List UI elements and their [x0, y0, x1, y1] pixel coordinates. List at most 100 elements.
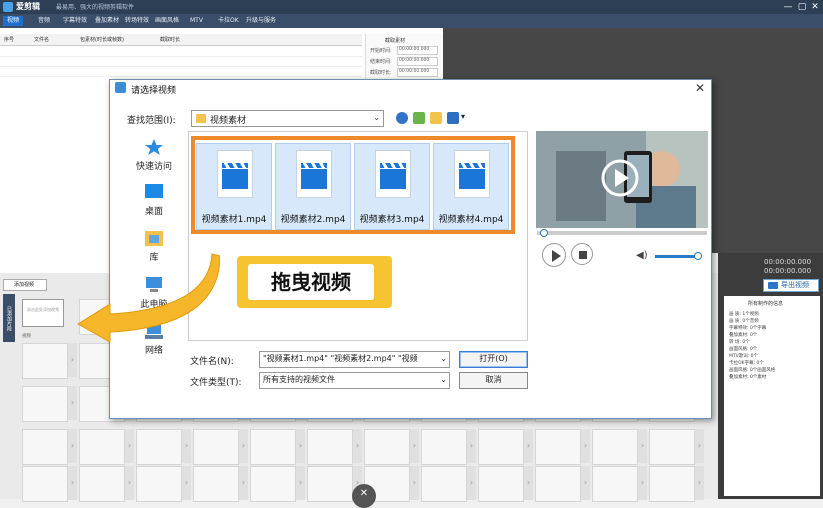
look-in-dropdown[interactable]: 视频素材 ⌄	[191, 110, 384, 127]
slot-arrow-icon: ›	[125, 466, 134, 500]
slot-arrow-icon: ›	[296, 466, 305, 500]
new-folder-icon[interactable]	[430, 112, 442, 124]
filename-input[interactable]: "视频素材1.mp4" "视频素材2.mp4" "视频 ⌄	[259, 351, 450, 368]
stop-icon	[579, 251, 587, 259]
start-time-label: 开始时间:	[370, 48, 392, 54]
slot-arrow-icon: ›	[68, 343, 77, 377]
cancel-button[interactable]: 取消	[459, 372, 528, 389]
menu-mtv[interactable]: MTV	[190, 16, 203, 26]
timeline-slot[interactable]	[649, 466, 695, 502]
filename-label: 文件名(N):	[190, 357, 234, 367]
up-folder-icon[interactable]	[413, 112, 425, 124]
export-video-button[interactable]: 导出视频	[763, 279, 819, 292]
drag-arrow-icon	[77, 253, 220, 343]
minimize-icon[interactable]: —	[782, 1, 794, 13]
seek-bar[interactable]	[537, 231, 707, 235]
added-clips-tab[interactable]: 已添加片段	[3, 294, 15, 342]
timeline-slot[interactable]	[250, 429, 296, 465]
app-subtitle: 最易用、强大的视频剪辑软件	[56, 4, 135, 11]
timecode-current: 00:00:00.000	[764, 258, 812, 266]
menu-audio[interactable]: 音频	[38, 16, 50, 26]
timeline-slot[interactable]	[136, 429, 182, 465]
back-icon[interactable]	[396, 112, 408, 124]
timeline-slot[interactable]	[250, 466, 296, 502]
clip-length-field[interactable]: 00:00:00.000	[397, 68, 438, 77]
slot-arrow-icon: ›	[467, 429, 476, 463]
timeline-slot[interactable]	[79, 466, 125, 502]
timeline-slot[interactable]	[649, 429, 695, 465]
menu-transition[interactable]: 转场特效	[125, 16, 149, 26]
project-info-title: 所有制作的信息	[748, 301, 784, 307]
timeline-slot[interactable]	[592, 466, 638, 502]
timeline-slot[interactable]	[535, 429, 581, 465]
chevron-down-icon[interactable]: ⌄	[440, 352, 447, 365]
timeline-slot[interactable]	[307, 429, 353, 465]
list-row-divider	[0, 66, 362, 67]
timeline-slot[interactable]	[22, 386, 68, 422]
timeline-slot[interactable]	[193, 466, 239, 502]
project-info-row: 叠加素材: 0个素材	[729, 375, 767, 380]
dialog-close-icon[interactable]: ✕	[693, 81, 707, 95]
filetype-value: 所有支持的视频文件	[263, 375, 335, 384]
timeline-slot[interactable]	[79, 429, 125, 465]
timeline-slot[interactable]	[535, 466, 581, 502]
slot-arrow-icon: ›	[239, 429, 248, 463]
menu-style[interactable]: 画面风格	[155, 16, 179, 26]
menu-bar: 视频 音频 字幕特效 叠加素材 转场特效 画面风格 MTV 卡拉OK 升级与服务	[0, 14, 823, 28]
dialog-title: 请选择视频	[131, 86, 177, 96]
maximize-icon[interactable]: ▢	[796, 1, 808, 13]
filetype-label: 文件类型(T):	[190, 378, 242, 388]
filetype-dropdown[interactable]: 所有支持的视频文件 ⌄	[259, 372, 450, 389]
view-menu-icon[interactable]	[447, 112, 459, 124]
timeline-slot[interactable]	[136, 466, 182, 502]
app-title-bar: 爱剪辑 最易用、强大的视频剪辑软件 — ▢ ✕	[0, 0, 823, 14]
menu-karaoke[interactable]: 卡拉OK	[218, 16, 239, 26]
star-icon	[145, 139, 163, 155]
timeline-slot[interactable]	[22, 429, 68, 465]
view-chevron-icon[interactable]: ▾	[461, 112, 465, 121]
add-video-button[interactable]: 添加视频	[3, 279, 47, 291]
menu-overlay[interactable]: 叠加素材	[95, 16, 119, 26]
volume-knob[interactable]	[694, 252, 702, 260]
timeline-slot[interactable]	[592, 429, 638, 465]
play-button[interactable]	[542, 243, 566, 267]
filename-value: "视频素材1.mp4" "视频素材2.mp4" "视频	[263, 354, 418, 363]
chevron-down-icon: ⌄	[373, 113, 380, 122]
timeline-slot[interactable]	[22, 343, 68, 379]
project-info-row: 转 场: 0个	[729, 340, 750, 345]
menu-video[interactable]: 视频	[3, 16, 24, 26]
open-button[interactable]: 打开(O)	[459, 351, 528, 368]
project-info-row: 卡拉OK字幕: 0个	[729, 361, 764, 366]
timeline-slot[interactable]	[478, 466, 524, 502]
slot-arrow-icon: ›	[182, 429, 191, 463]
timeline-slot[interactable]	[22, 466, 68, 502]
project-info-row: 画 质: 1个视频	[729, 312, 759, 317]
start-time-field[interactable]: 00:00:00.000	[397, 46, 438, 55]
slot-caption: 视频	[22, 334, 31, 339]
col-clip-length: 截取时长	[160, 37, 181, 43]
place-quick-access[interactable]: 快速访问	[126, 138, 182, 172]
menu-subtitle-effects[interactable]: 字幕特效	[63, 16, 87, 26]
col-duration: 包素材(时长或帧数)	[80, 37, 124, 43]
volume-icon[interactable]: ◀)	[636, 250, 648, 261]
stop-button[interactable]	[571, 243, 593, 265]
timeline-slot[interactable]	[421, 429, 467, 465]
timeline-slot[interactable]	[478, 429, 524, 465]
folder-icon	[196, 114, 206, 123]
end-time-field[interactable]: 00:00:00.000	[397, 57, 438, 66]
seek-knob[interactable]	[540, 229, 548, 237]
add-video-slot[interactable]: 双击此处添加视频	[22, 299, 64, 327]
place-desktop[interactable]: 桌面	[126, 183, 182, 217]
timeline-slot[interactable]	[421, 466, 467, 502]
slot-arrow-icon: ›	[695, 429, 704, 463]
look-in-label: 查找范围(I):	[127, 116, 176, 126]
menu-upgrade[interactable]: 升级与服务	[246, 16, 276, 26]
close-icon[interactable]: ✕	[809, 1, 821, 13]
close-circle-icon[interactable]: ✕	[352, 484, 376, 508]
slot-arrow-icon: ›	[638, 429, 647, 463]
timeline-slot[interactable]	[193, 429, 239, 465]
timeline-slot[interactable]	[307, 466, 353, 502]
project-info-row: 画面风格: 0个	[729, 347, 758, 352]
timeline-slot[interactable]	[364, 429, 410, 465]
slot-arrow-icon: ›	[239, 466, 248, 500]
